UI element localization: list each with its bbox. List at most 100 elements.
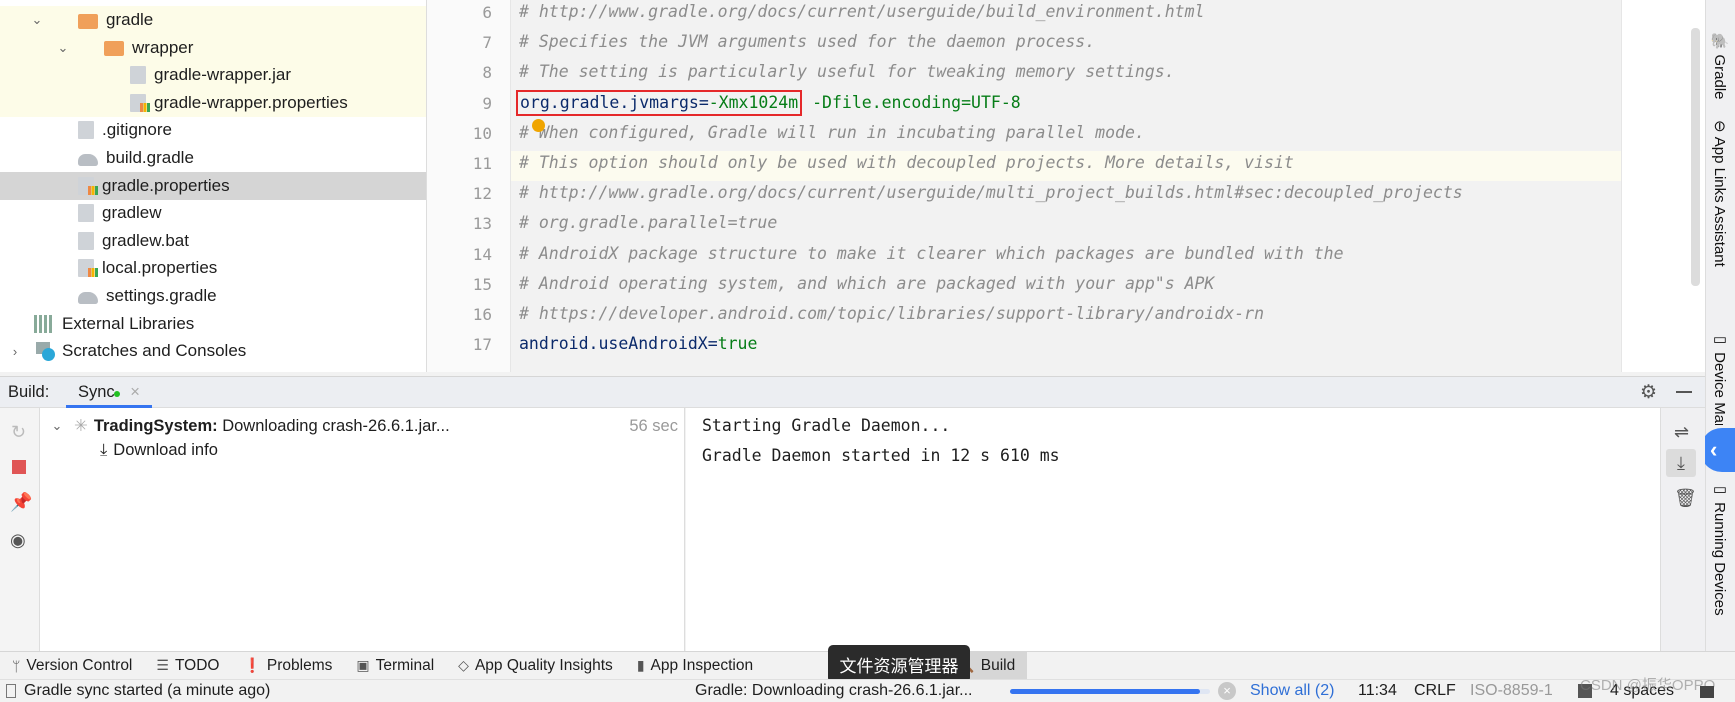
code-line[interactable]: # This option should only be used with d… xyxy=(519,148,1294,178)
running-devices-tool-tab[interactable]: ▭ Running Devices xyxy=(1710,480,1728,616)
chevron-down-icon[interactable]: ⌄ xyxy=(30,12,44,28)
line-number: 15 xyxy=(472,274,492,294)
tree-item[interactable]: .gitignore xyxy=(0,116,426,144)
editor-scrollbar[interactable] xyxy=(1691,28,1700,286)
tool-tab-app-inspection[interactable]: ▮ App Inspection xyxy=(625,652,765,680)
build-toolbar: ↻ 📌 ◉ xyxy=(0,408,40,651)
code-line[interactable]: android.useAndroidX=true xyxy=(519,329,757,359)
tree-item[interactable]: gradlew.bat xyxy=(0,227,426,255)
memory-indicator-icon[interactable] xyxy=(1700,686,1714,698)
gradle-elephant-icon xyxy=(78,154,98,166)
tool-tab-app-quality-insights[interactable]: ◇ App Quality Insights xyxy=(446,652,625,680)
code-line[interactable]: # When configured, Gradle will run in in… xyxy=(519,118,1145,148)
code-line[interactable]: # http://www.gradle.org/docs/current/use… xyxy=(519,178,1463,208)
diamond-icon: ◇ xyxy=(458,657,469,673)
tree-item[interactable]: › Scratches and Consoles xyxy=(0,337,426,365)
tree-item[interactable]: build.gradle xyxy=(0,144,426,172)
build-label: Build: xyxy=(8,383,50,401)
line-number: 7 xyxy=(482,33,492,53)
scroll-to-end-icon[interactable]: ⤓ xyxy=(1666,449,1696,477)
tree-item[interactable]: gradle-wrapper.jar xyxy=(0,61,426,90)
eye-icon[interactable]: ◉ xyxy=(10,530,26,551)
code-line[interactable]: # Specifies the JVM arguments used for t… xyxy=(519,27,1095,57)
tree-item[interactable]: ⌄ wrapper xyxy=(0,33,426,62)
gradle-tool-tab[interactable]: 🐘 Gradle xyxy=(1710,32,1728,100)
status-bar: Gradle sync started (a minute ago) Gradl… xyxy=(0,677,1735,702)
line-number: 11 xyxy=(472,154,492,173)
app-links-tool-tab[interactable]: ⊖ App Links Assistant xyxy=(1710,120,1728,267)
code-line[interactable]: # https://developer.android.com/topic/li… xyxy=(519,299,1264,329)
tool-tab-terminal[interactable]: ▣ Terminal xyxy=(344,652,446,680)
chevron-right-icon[interactable]: › xyxy=(8,344,22,359)
link-icon: ⊖ xyxy=(1711,120,1728,137)
todo-icon: ☰ xyxy=(156,657,169,673)
code-line[interactable]: # Android operating system, and which ar… xyxy=(519,269,1214,299)
tree-item[interactable]: ⌄ gradle xyxy=(0,6,426,34)
build-console[interactable]: Starting Gradle Daemon... Gradle Daemon … xyxy=(686,408,1660,651)
progress-bar xyxy=(1010,689,1210,694)
version-control-icon: ᛘ xyxy=(12,657,21,674)
pin-icon[interactable]: 📌 xyxy=(10,492,32,513)
right-tool-strip: 🐘 Gradle ⊖ App Links Assistant ▭ Device … xyxy=(1705,0,1735,651)
code-line[interactable]: # http://www.gradle.org/docs/current/use… xyxy=(519,0,1204,27)
build-task-row[interactable]: ⌄ ✳ TradingSystem: Downloading crash-26.… xyxy=(50,414,680,438)
code-line[interactable]: # org.gradle.parallel=true xyxy=(519,208,777,238)
refresh-icon[interactable]: ↻ xyxy=(11,422,26,443)
close-tab-icon[interactable]: × xyxy=(130,383,140,401)
chevron-down-icon[interactable]: ⌄ xyxy=(56,40,70,56)
inspection-icon: ▮ xyxy=(636,657,645,673)
status-message[interactable]: Gradle sync started (a minute ago) xyxy=(24,682,270,700)
line-number: 6 xyxy=(482,3,492,22)
gear-icon[interactable]: ⚙ xyxy=(1640,381,1657,404)
progress-text[interactable]: Gradle: Downloading crash-26.6.1.jar... xyxy=(695,682,972,700)
tool-tab-todo[interactable]: ☰ TODO xyxy=(144,652,231,680)
project-tree: ⌄ gradle ⌄ wrapper gradle-wrapper.jar gradle-… xyxy=(0,0,427,372)
chevron-down-icon[interactable]: ⌄ xyxy=(50,418,64,434)
sync-status-dot xyxy=(113,391,120,397)
line-number-gutter: 6 7 8 9 10 11 12 13 14 15 16 17 xyxy=(427,0,511,372)
line-number: 13 xyxy=(472,214,492,234)
tree-item[interactable]: local.properties xyxy=(0,254,426,282)
problems-icon: ❗ xyxy=(243,657,261,673)
stop-icon[interactable] xyxy=(12,460,26,474)
tree-item[interactable]: gradle.properties xyxy=(0,171,426,200)
soft-wrap-icon[interactable]: ⇌ xyxy=(1674,422,1689,443)
libraries-icon xyxy=(34,314,54,333)
build-panel-header: Build: Sync × ⚙ xyxy=(0,376,1705,408)
minimize-icon[interactable] xyxy=(1676,391,1692,393)
code-line[interactable]: org.gradle.jvmargs=-Xmx1024m -Dfile.enco… xyxy=(516,88,1021,118)
gradle-icon: 🐘 xyxy=(1711,32,1728,55)
running-devices-icon: ▭ xyxy=(1711,480,1728,503)
shell-icon xyxy=(78,204,94,223)
cancel-icon[interactable]: × xyxy=(1218,682,1236,700)
tab-sync[interactable]: Sync × xyxy=(66,377,152,408)
download-icon: ⤓ xyxy=(100,441,108,459)
device-icon: ▭ xyxy=(1711,330,1728,353)
code-line[interactable]: # AndroidX package structure to make it … xyxy=(519,239,1344,269)
spinner-icon: ✳ xyxy=(74,417,88,435)
code-line[interactable]: # The setting is particularly useful for… xyxy=(519,57,1175,87)
line-number: 14 xyxy=(472,244,492,264)
tree-item[interactable]: gradlew xyxy=(0,199,426,227)
download-info-row[interactable]: ⤓ Download info xyxy=(100,441,218,460)
tree-item[interactable]: settings.gradle xyxy=(0,282,426,310)
line-number: 9 xyxy=(482,93,492,113)
code-editor[interactable]: # http://www.gradle.org/docs/current/use… xyxy=(511,0,1621,372)
line-separator[interactable]: CRLF xyxy=(1414,682,1456,700)
file-encoding[interactable]: ISO-8859-1 xyxy=(1470,682,1553,700)
tool-tab-problems[interactable]: ❗ Problems xyxy=(231,652,344,680)
tree-item[interactable]: External Libraries xyxy=(0,310,426,338)
progress-fill xyxy=(1010,689,1200,694)
lightbulb-icon[interactable] xyxy=(532,119,545,132)
console-toolbar: ⇌ ⤓ 🗑 xyxy=(1660,408,1705,651)
terminal-icon: ▣ xyxy=(356,657,370,673)
caret-position[interactable]: 11:34 xyxy=(1358,682,1397,700)
trash-icon[interactable]: 🗑 xyxy=(1674,488,1697,509)
line-number: 17 xyxy=(472,335,492,355)
panel-toggle-icon[interactable] xyxy=(6,684,16,698)
show-all-link[interactable]: Show all (2) xyxy=(1250,682,1334,700)
properties-icon xyxy=(78,176,98,195)
tool-tab-version-control[interactable]: ᛘ Version Control xyxy=(0,652,144,680)
tree-item[interactable]: gradle-wrapper.properties xyxy=(0,88,426,117)
device-manager-tool-tab[interactable]: ▭ Device Manager xyxy=(1710,330,1728,425)
